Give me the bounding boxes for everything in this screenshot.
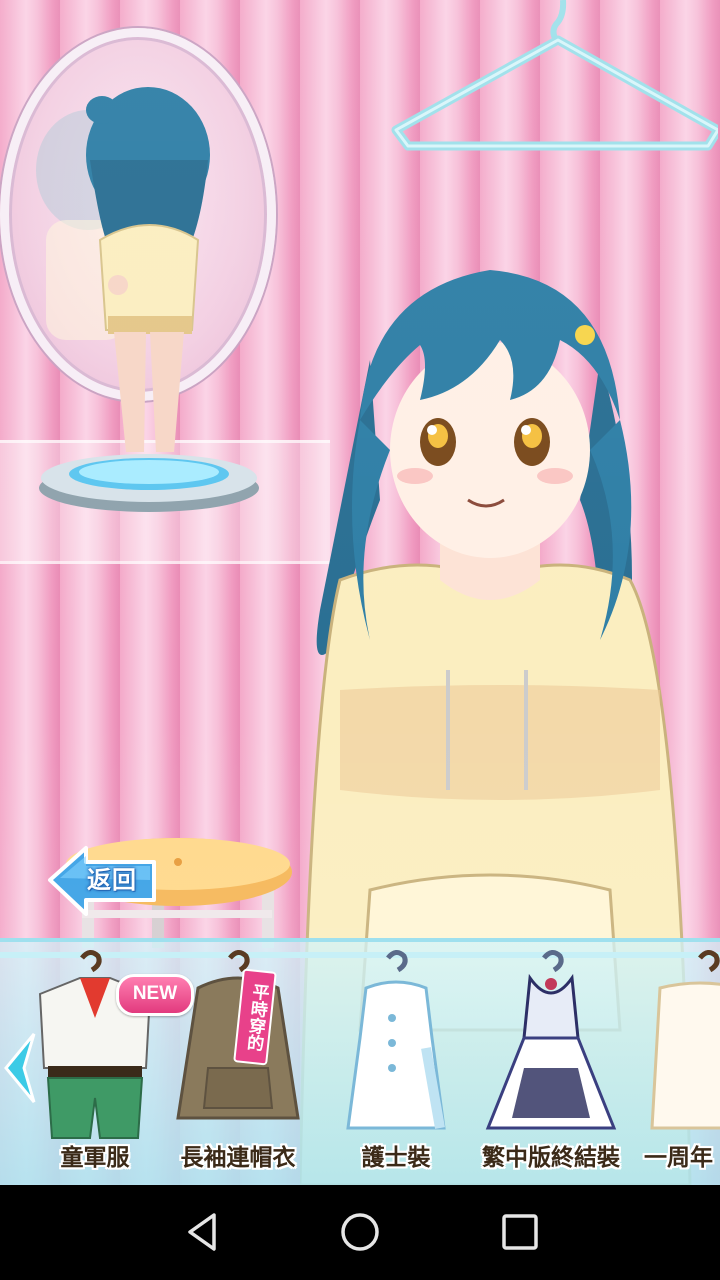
outfit-item-final-outfit[interactable]: 繁中版終結裝 bbox=[474, 948, 628, 1180]
outfit-item-long-sleeve-hoodie[interactable]: 平時穿的 長袖連帽衣 bbox=[168, 948, 308, 1180]
back-triangle-icon[interactable] bbox=[178, 1207, 228, 1257]
recents-square-icon[interactable] bbox=[495, 1207, 545, 1257]
back-button[interactable]: 返回 bbox=[46, 842, 160, 918]
hanger-decoration bbox=[391, 0, 718, 151]
figure-pedestal bbox=[39, 454, 259, 512]
outfit-item-scout-uniform[interactable]: NEW 童軍服 bbox=[20, 948, 194, 1180]
anniversary-outfit-icon bbox=[650, 950, 720, 1130]
mirror-reflection bbox=[36, 110, 140, 340]
outfit-item-nurse[interactable]: 護士裝 bbox=[336, 948, 456, 1180]
mirror bbox=[0, 28, 276, 401]
glass-shelf bbox=[0, 440, 330, 564]
system-navigation-bar bbox=[0, 1185, 720, 1280]
home-circle-icon[interactable] bbox=[335, 1207, 385, 1257]
final-outfit-icon bbox=[485, 950, 617, 1130]
back-button-label: 返回 bbox=[87, 866, 137, 894]
outfit-label: 長袖連帽衣 bbox=[180, 1145, 296, 1171]
chibi-figure bbox=[86, 87, 210, 452]
back-arrow-icon bbox=[48, 846, 156, 916]
outfit-label: 童軍服 bbox=[60, 1145, 130, 1171]
stool bbox=[64, 838, 292, 948]
outfit-item-anniversary[interactable]: 一周年 bbox=[640, 948, 720, 1180]
outfit-label: 繁中版終結裝 bbox=[482, 1145, 620, 1171]
nurse-outfit-icon bbox=[346, 950, 446, 1130]
outfit-label: 護士裝 bbox=[361, 1145, 431, 1171]
outfit-label: 一周年 bbox=[644, 1145, 713, 1171]
